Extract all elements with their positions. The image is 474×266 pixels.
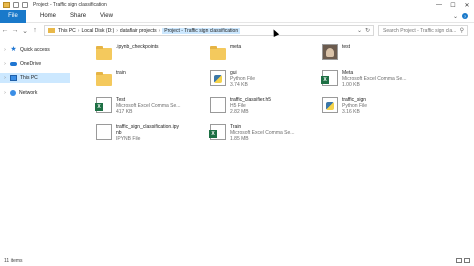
sidebar-item-onedrive[interactable]: › OneDrive	[0, 59, 70, 69]
document-icon	[96, 124, 112, 140]
window-controls: — ☐ ✕	[432, 0, 474, 10]
document-icon	[210, 97, 226, 113]
sidebar-item-label: Network	[19, 90, 38, 96]
file-item-test-folder[interactable]: test	[322, 44, 350, 60]
file-size: 3.16 KB	[342, 109, 360, 115]
search-icon: ⚲	[459, 28, 464, 34]
search-box[interactable]: ⚲	[378, 25, 468, 36]
file-name: test	[342, 44, 351, 50]
folder-icon	[210, 46, 226, 60]
tab-home[interactable]: Home	[40, 13, 56, 19]
file-item-meta-folder[interactable]: meta	[210, 44, 242, 60]
file-item-train-csv[interactable]: Train Microsoft Excel Comma Se... 1.85 M…	[209, 124, 294, 142]
navigation-pane: › ★ Quick access › OneDrive › This PC › …	[0, 40, 70, 256]
new-folder-icon[interactable]	[22, 2, 28, 8]
help-icon[interactable]: ?	[462, 13, 468, 19]
folder-icon	[96, 46, 112, 60]
address-dropdown-icon[interactable]: ⌄	[357, 27, 362, 34]
python-file-icon	[322, 97, 338, 113]
large-icons-view-icon[interactable]	[464, 258, 470, 263]
file-name: train	[116, 70, 126, 76]
excel-file-icon	[95, 97, 112, 113]
file-item-meta-csv[interactable]: Meta Microsoft Excel Comma Se... 1.00 KB	[321, 70, 406, 88]
file-name: meta	[230, 44, 242, 50]
close-button[interactable]: ✕	[460, 0, 474, 10]
sidebar-item-label: OneDrive	[20, 61, 42, 67]
network-icon	[10, 90, 16, 96]
cloud-icon	[10, 62, 17, 66]
file-list: .ipynb_checkpoints meta test train gui P…	[82, 40, 474, 256]
file-item-ipynb-checkpoints[interactable]: .ipynb_checkpoints	[96, 44, 159, 60]
properties-icon[interactable]	[13, 2, 19, 8]
excel-file-icon	[321, 70, 338, 86]
file-item-test-csv[interactable]: Test Microsoft Excel Comma Se... 417 KB	[95, 97, 180, 115]
breadcrumb-dataflair-projects[interactable]: dataflair projects	[120, 28, 157, 34]
quick-access-toolbar	[13, 2, 28, 8]
sidebar-item-label: Quick access	[20, 47, 50, 53]
title-bar: Project - Traffic sign classification — …	[0, 0, 474, 10]
maximize-button[interactable]: ☐	[446, 0, 460, 10]
chevron-right-icon[interactable]: ›	[2, 61, 8, 67]
file-item-traffic-classifier-h5[interactable]: traffic_classifier.h5 H5 File 2.82 MB	[210, 97, 271, 115]
minimize-button[interactable]: —	[432, 0, 446, 10]
file-name: .ipynb_checkpoints	[116, 44, 159, 50]
recent-locations-button[interactable]: ⌄	[20, 27, 30, 35]
address-bar[interactable]: This PC › Local Disk (D:) › dataflair pr…	[44, 25, 374, 36]
breadcrumb-this-pc[interactable]: This PC	[58, 28, 76, 34]
item-count: 11 items	[4, 258, 23, 264]
sidebar-item-label: This PC	[20, 75, 38, 81]
file-size: 1.00 KB	[342, 82, 360, 88]
file-item-traffic-sign-py[interactable]: traffic_sign Python File 3.16 KB	[322, 97, 367, 115]
breadcrumb-current-folder[interactable]: Project - Traffic sign classification	[162, 27, 241, 34]
ribbon: File Home Share View ⌄ ?	[0, 9, 474, 23]
ribbon-expand-icon[interactable]: ⌄	[453, 13, 458, 20]
file-item-traffic-sign-ipynb[interactable]: traffic_sign_classification.ipy nb IPYNB…	[96, 124, 179, 142]
tab-file[interactable]: File	[0, 9, 26, 23]
chevron-right-icon[interactable]: ›	[2, 90, 8, 96]
breadcrumb-local-disk[interactable]: Local Disk (D:)	[81, 28, 114, 34]
sidebar-item-this-pc[interactable]: › This PC	[0, 73, 70, 83]
file-name-line-1: traffic_sign_classification.ipy	[116, 124, 179, 130]
refresh-icon[interactable]: ↻	[365, 27, 370, 34]
chevron-right-icon[interactable]: ›	[2, 75, 8, 81]
chevron-right-icon: ›	[116, 27, 118, 34]
computer-icon	[10, 75, 17, 81]
file-item-train-folder[interactable]: train	[96, 70, 126, 86]
folder-icon	[48, 28, 55, 33]
chevron-right-icon: ›	[77, 27, 80, 34]
tab-view[interactable]: View	[100, 13, 113, 19]
folder-app-icon	[3, 2, 10, 8]
forward-button[interactable]: →	[10, 27, 20, 34]
sidebar-item-quick-access[interactable]: › ★ Quick access	[0, 45, 70, 55]
star-icon: ★	[10, 46, 17, 53]
folder-icon	[96, 72, 112, 86]
back-button[interactable]: ←	[0, 27, 10, 34]
status-bar: 11 items	[0, 256, 474, 266]
file-size: 3.74 KB	[230, 82, 248, 88]
image-icon	[322, 44, 338, 60]
file-size: 1.85 MB	[230, 136, 249, 142]
chevron-right-icon[interactable]: ›	[2, 47, 8, 53]
details-view-icon[interactable]	[456, 258, 462, 263]
excel-file-icon	[209, 124, 226, 140]
file-size: 2.82 MB	[230, 109, 249, 115]
sidebar-item-network[interactable]: › Network	[0, 88, 70, 98]
search-input[interactable]	[383, 27, 459, 34]
chevron-right-icon: ›	[158, 27, 161, 34]
up-button[interactable]: ↑	[30, 27, 40, 34]
file-size: 417 KB	[116, 109, 133, 115]
tab-share[interactable]: Share	[70, 13, 86, 19]
navigation-bar: ← → ⌄ ↑ This PC › Local Disk (D:) › data…	[0, 23, 474, 38]
file-type: IPYNB File	[116, 136, 141, 142]
file-item-gui[interactable]: gui Python File 3.74 KB	[210, 70, 255, 88]
window-title: Project - Traffic sign classification	[33, 2, 107, 8]
python-file-icon	[210, 70, 226, 86]
